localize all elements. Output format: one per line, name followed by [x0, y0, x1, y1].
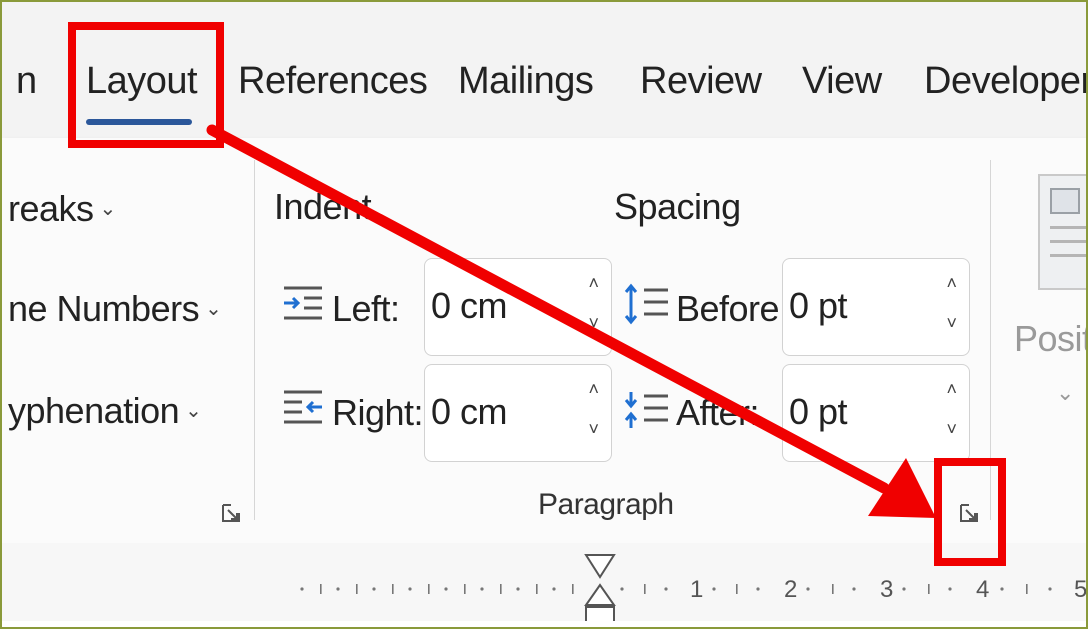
annotation-arrow-line: [206, 124, 890, 494]
layout-tab-highlight-box: [68, 22, 224, 148]
annotation-overlay: [68, 22, 1006, 566]
launcher-highlight-box: [934, 458, 1006, 566]
word-ribbon-screenshot: n Layout References Mailings Review View…: [0, 0, 1088, 629]
